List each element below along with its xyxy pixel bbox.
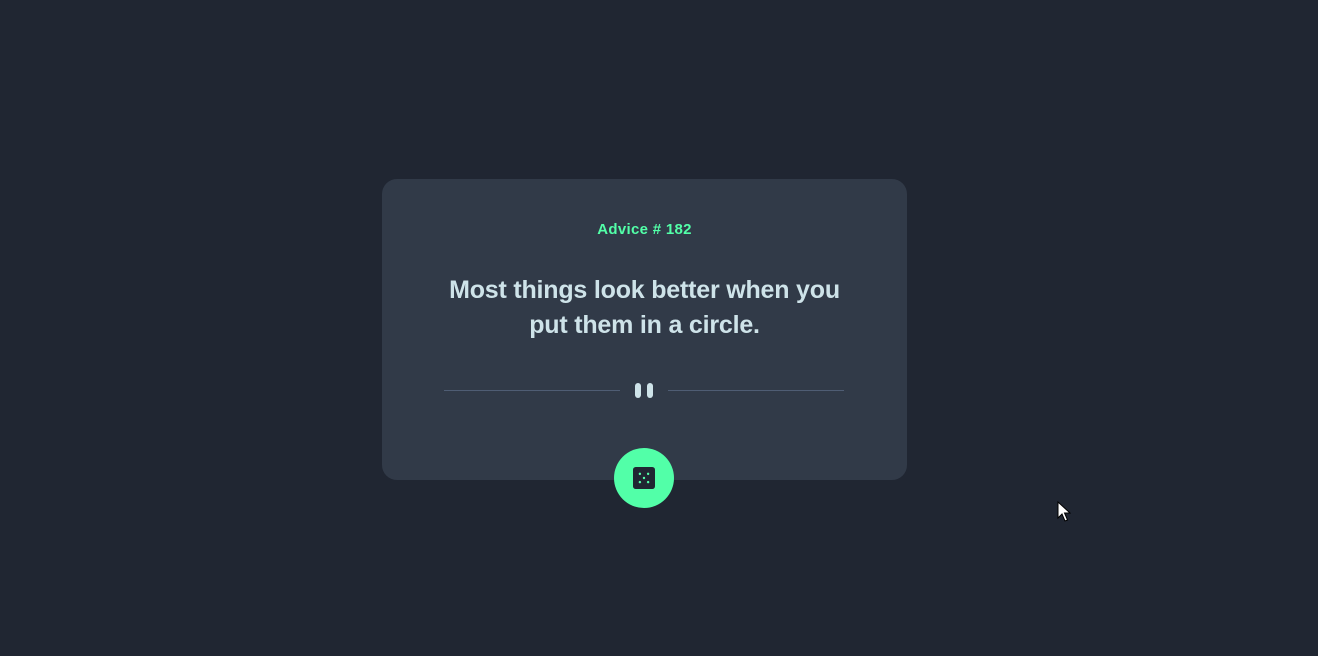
- dice-icon: [633, 467, 655, 489]
- divider-line-right: [668, 390, 844, 391]
- mouse-cursor-icon: [1057, 501, 1071, 522]
- pause-icon: [635, 383, 653, 398]
- advice-id-label: Advice # 182: [597, 221, 692, 238]
- pause-bar: [647, 383, 653, 398]
- generate-advice-button[interactable]: [614, 448, 674, 508]
- advice-quote: Most things look better when you put the…: [449, 276, 840, 339]
- pause-bar: [635, 383, 641, 398]
- divider-line-left: [444, 390, 620, 391]
- advice-card: Advice # 182 Most things look better whe…: [382, 179, 907, 480]
- pattern-divider: [444, 381, 844, 399]
